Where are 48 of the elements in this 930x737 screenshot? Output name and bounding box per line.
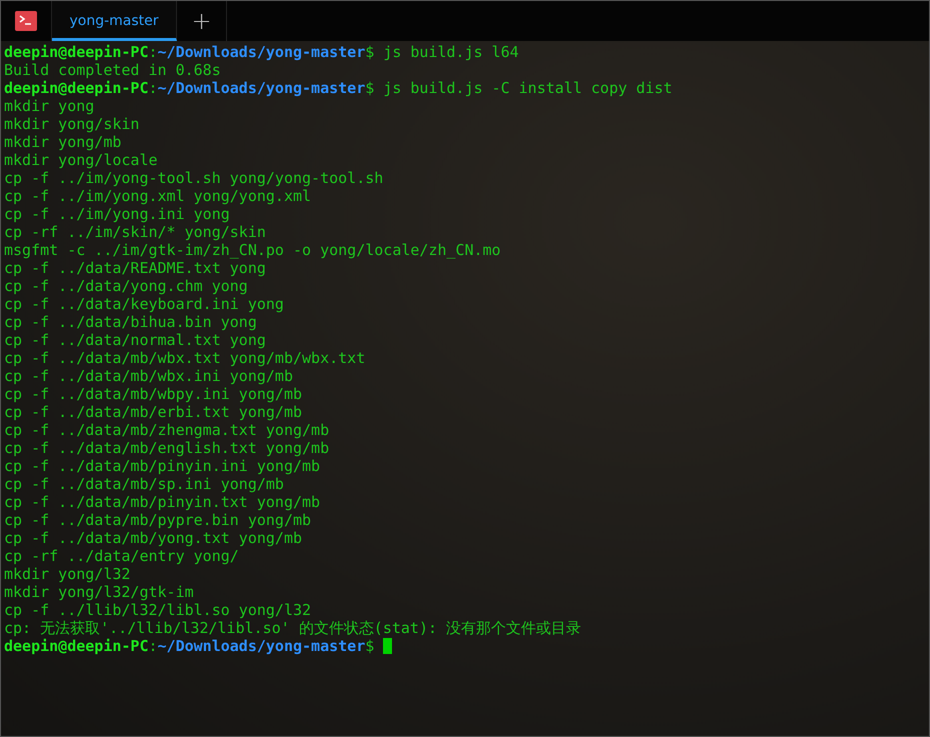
prompt-separator: : [148, 43, 158, 61]
prompt-separator: : [148, 637, 158, 655]
output-line: cp -rf ../data/entry yong/ [4, 547, 239, 565]
output-line: cp -f ../data/mb/wbx.ini yong/mb [4, 367, 293, 385]
output-line: cp -f ../data/mb/wbpy.ini yong/mb [4, 385, 302, 403]
output-line: cp -f ../data/mb/zhengma.txt yong/mb [4, 421, 330, 439]
output-line: cp -f ../im/yong.xml yong/yong.xml [4, 187, 312, 205]
output-line: cp -f ../data/mb/wbx.txt yong/mb/wbx.txt [4, 349, 366, 367]
output-line: cp -f ../data/mb/erbi.txt yong/mb [4, 403, 302, 421]
prompt-user: deepin@deepin-PC [4, 79, 148, 97]
output-line: cp -rf ../im/skin/* yong/skin [4, 223, 266, 241]
command-text: js build.js -C install copy dist [383, 79, 672, 97]
prompt-sign: $ [365, 79, 374, 97]
output-line: cp -f ../im/yong-tool.sh yong/yong-tool.sh [4, 169, 384, 187]
terminal-icon [15, 11, 37, 31]
output-line: mkdir yong/l32 [4, 565, 130, 583]
output-line: cp -f ../data/mb/pypre.bin yong/mb [4, 511, 312, 529]
new-tab-button[interactable]: + [177, 1, 227, 41]
output-line: cp -f ../data/normal.txt yong [4, 331, 266, 349]
output-line: cp -f ../data/bihua.bin yong [4, 313, 257, 331]
output-line: cp -f ../llib/l32/libl.so yong/l32 [4, 601, 312, 619]
terminal-tab[interactable]: yong-master [52, 1, 177, 41]
output-line: cp -f ../data/yong.chm yong [4, 277, 248, 295]
output-line: cp: 无法获取'../llib/l32/libl.so' 的文件状态(stat): 没有那个文件或目录 [4, 619, 582, 637]
output-line: Build completed in 0.68s [4, 61, 221, 79]
prompt-sign: $ [365, 637, 374, 655]
prompt-separator: : [148, 79, 158, 97]
output-line: cp -f ../data/mb/english.txt yong/mb [4, 439, 330, 457]
output-line: mkdir yong/skin [4, 115, 140, 133]
prompt-path: ~/Downloads/yong-master [158, 79, 366, 97]
output-line: cp -f ../data/mb/pinyin.ini yong/mb [4, 457, 320, 475]
output-line: msgfmt -c ../im/gtk-im/zh_CN.po -o yong/locale/zh_CN.mo [4, 241, 501, 259]
prompt-path: ~/Downloads/yong-master [158, 43, 366, 61]
output-line: cp -f ../data/mb/yong.txt yong/mb [4, 529, 302, 547]
output-line: cp -f ../data/mb/sp.ini yong/mb [4, 475, 284, 493]
prompt-sign: $ [365, 43, 374, 61]
command-text: js build.js l64 [383, 43, 519, 61]
output-line: cp -f ../im/yong.ini yong [4, 205, 230, 223]
output-line: mkdir yong/locale [4, 151, 158, 169]
output-line: cp -f ../data/mb/pinyin.txt yong/mb [4, 493, 320, 511]
output-line: mkdir yong/l32/gtk-im [4, 583, 194, 601]
prompt-user: deepin@deepin-PC [4, 637, 148, 655]
output-line: mkdir yong/mb [4, 133, 122, 151]
output-line: cp -f ../data/README.txt yong [4, 259, 266, 277]
prompt-path: ~/Downloads/yong-master [158, 637, 366, 655]
prompt-user: deepin@deepin-PC [4, 43, 148, 61]
output-line: mkdir yong [4, 97, 94, 115]
output-line: cp -f ../data/keyboard.ini yong [4, 295, 284, 313]
